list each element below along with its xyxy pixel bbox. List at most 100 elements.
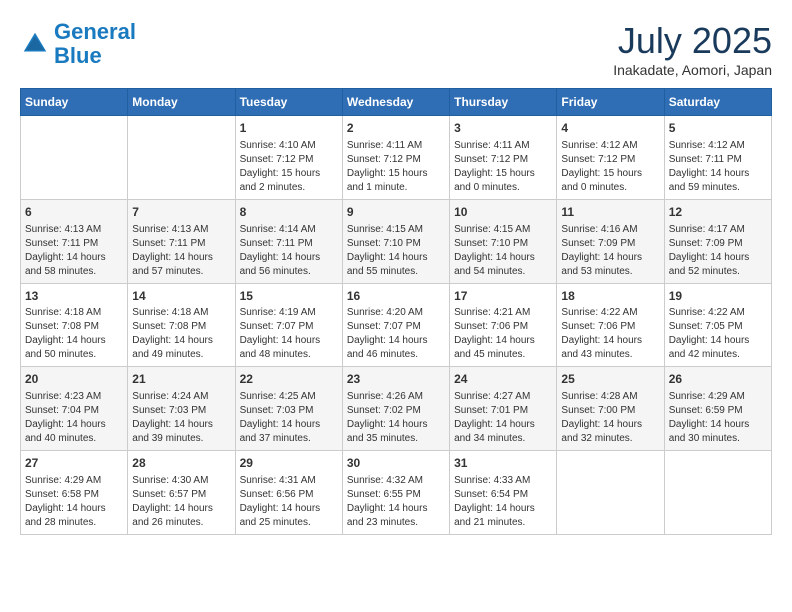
calendar-cell <box>557 451 664 535</box>
day-info: Sunrise: 4:10 AM Sunset: 7:12 PM Dayligh… <box>240 139 338 195</box>
calendar-week-row: 6 Sunrise: 4:13 AM Sunset: 7:11 PM Daylig… <box>21 199 772 283</box>
day-info: Sunrise: 4:32 AM Sunset: 6:55 PM Dayligh… <box>347 474 445 530</box>
day-info: Sunrise: 4:17 AM Sunset: 7:09 PM Dayligh… <box>669 223 767 279</box>
logo-general: General <box>54 19 136 44</box>
day-number: 1 <box>240 120 338 137</box>
day-number: 6 <box>25 204 123 221</box>
calendar-cell: 17Sunrise: 4:21 AM Sunset: 7:06 PM Dayli… <box>450 283 557 367</box>
calendar-week-row: 20 Sunrise: 4:23 AM Sunset: 7:04 PM Dayli… <box>21 367 772 451</box>
calendar-cell: 10 Sunrise: 4:15 AM Sunset: 7:10 PM Dayli… <box>450 199 557 283</box>
title-block: July 2025 Inakadate, Aomori, Japan <box>613 20 772 78</box>
day-info: Sunrise: 4:11 AM Sunset: 7:12 PM Dayligh… <box>347 139 445 195</box>
day-number: 17 <box>454 288 552 305</box>
calendar-cell: 30 Sunrise: 4:32 AM Sunset: 6:55 PM Dayli… <box>342 451 449 535</box>
day-info: Sunrise: 4:11 AM Sunset: 7:12 PM Dayligh… <box>454 139 552 195</box>
calendar-cell: 9 Sunrise: 4:15 AM Sunset: 7:10 PM Daylig… <box>342 199 449 283</box>
logo: General Blue <box>20 20 136 68</box>
weekday-header: Wednesday <box>342 89 449 116</box>
day-number: 25 <box>561 371 659 388</box>
day-info: Sunrise: 4:12 AM Sunset: 7:11 PM Dayligh… <box>669 139 767 195</box>
calendar-cell: 6 Sunrise: 4:13 AM Sunset: 7:11 PM Daylig… <box>21 199 128 283</box>
calendar-cell: 4Sunrise: 4:12 AM Sunset: 7:12 PM Daylig… <box>557 116 664 200</box>
day-info: Sunrise: 4:20 AM Sunset: 7:07 PM Dayligh… <box>347 306 445 362</box>
day-info: Sunrise: 4:33 AM Sunset: 6:54 PM Dayligh… <box>454 474 552 530</box>
day-info: Sunrise: 4:29 AM Sunset: 6:59 PM Dayligh… <box>669 390 767 446</box>
day-number: 9 <box>347 204 445 221</box>
weekday-header: Monday <box>128 89 235 116</box>
calendar-cell: 3 Sunrise: 4:11 AM Sunset: 7:12 PM Daylig… <box>450 116 557 200</box>
month-title: July 2025 <box>613 20 772 62</box>
calendar-cell: 26 Sunrise: 4:29 AM Sunset: 6:59 PM Dayli… <box>664 367 771 451</box>
calendar-cell: 14Sunrise: 4:18 AM Sunset: 7:08 PM Dayli… <box>128 283 235 367</box>
calendar-cell: 8 Sunrise: 4:14 AM Sunset: 7:11 PM Daylig… <box>235 199 342 283</box>
day-number: 7 <box>132 204 230 221</box>
day-number: 24 <box>454 371 552 388</box>
day-number: 19 <box>669 288 767 305</box>
day-info: Sunrise: 4:26 AM Sunset: 7:02 PM Dayligh… <box>347 390 445 446</box>
day-info: Sunrise: 4:18 AM Sunset: 7:08 PM Dayligh… <box>132 306 230 362</box>
day-number: 18 <box>561 288 659 305</box>
day-number: 12 <box>669 204 767 221</box>
day-number: 22 <box>240 371 338 388</box>
day-number: 30 <box>347 455 445 472</box>
weekday-header: Friday <box>557 89 664 116</box>
calendar-cell: 2 Sunrise: 4:11 AM Sunset: 7:12 PM Daylig… <box>342 116 449 200</box>
weekday-header: Tuesday <box>235 89 342 116</box>
calendar-cell: 11 Sunrise: 4:16 AM Sunset: 7:09 PM Dayli… <box>557 199 664 283</box>
day-number: 28 <box>132 455 230 472</box>
logo-icon <box>20 29 50 59</box>
calendar-cell: 25 Sunrise: 4:28 AM Sunset: 7:00 PM Dayli… <box>557 367 664 451</box>
calendar-cell: 16Sunrise: 4:20 AM Sunset: 7:07 PM Dayli… <box>342 283 449 367</box>
day-info: Sunrise: 4:22 AM Sunset: 7:06 PM Dayligh… <box>561 306 659 362</box>
day-info: Sunrise: 4:15 AM Sunset: 7:10 PM Dayligh… <box>347 223 445 279</box>
day-number: 23 <box>347 371 445 388</box>
day-info: Sunrise: 4:28 AM Sunset: 7:00 PM Dayligh… <box>561 390 659 446</box>
day-number: 27 <box>25 455 123 472</box>
day-info: Sunrise: 4:27 AM Sunset: 7:01 PM Dayligh… <box>454 390 552 446</box>
day-info: Sunrise: 4:16 AM Sunset: 7:09 PM Dayligh… <box>561 223 659 279</box>
calendar-cell: 31 Sunrise: 4:33 AM Sunset: 6:54 PM Dayli… <box>450 451 557 535</box>
day-number: 2 <box>347 120 445 137</box>
weekday-header-row: SundayMondayTuesdayWednesdayThursdayFrid… <box>21 89 772 116</box>
day-number: 14 <box>132 288 230 305</box>
calendar-cell: 5Sunrise: 4:12 AM Sunset: 7:11 PM Daylig… <box>664 116 771 200</box>
calendar-cell: 29 Sunrise: 4:31 AM Sunset: 6:56 PM Dayli… <box>235 451 342 535</box>
day-number: 3 <box>454 120 552 137</box>
day-number: 31 <box>454 455 552 472</box>
day-info: Sunrise: 4:15 AM Sunset: 7:10 PM Dayligh… <box>454 223 552 279</box>
day-number: 26 <box>669 371 767 388</box>
calendar-cell: 18Sunrise: 4:22 AM Sunset: 7:06 PM Dayli… <box>557 283 664 367</box>
calendar-cell: 12 Sunrise: 4:17 AM Sunset: 7:09 PM Dayli… <box>664 199 771 283</box>
calendar-cell: 20 Sunrise: 4:23 AM Sunset: 7:04 PM Dayli… <box>21 367 128 451</box>
day-number: 8 <box>240 204 338 221</box>
calendar-cell <box>664 451 771 535</box>
weekday-header: Sunday <box>21 89 128 116</box>
day-number: 29 <box>240 455 338 472</box>
day-info: Sunrise: 4:12 AM Sunset: 7:12 PM Dayligh… <box>561 139 659 195</box>
logo-blue: Blue <box>54 43 102 68</box>
day-info: Sunrise: 4:13 AM Sunset: 7:11 PM Dayligh… <box>25 223 123 279</box>
calendar-cell: 7 Sunrise: 4:13 AM Sunset: 7:11 PM Daylig… <box>128 199 235 283</box>
page-header: General Blue July 2025 Inakadate, Aomori… <box>20 20 772 78</box>
day-number: 10 <box>454 204 552 221</box>
day-info: Sunrise: 4:13 AM Sunset: 7:11 PM Dayligh… <box>132 223 230 279</box>
calendar-cell: 23 Sunrise: 4:26 AM Sunset: 7:02 PM Dayli… <box>342 367 449 451</box>
day-info: Sunrise: 4:18 AM Sunset: 7:08 PM Dayligh… <box>25 306 123 362</box>
day-info: Sunrise: 4:31 AM Sunset: 6:56 PM Dayligh… <box>240 474 338 530</box>
day-number: 11 <box>561 204 659 221</box>
day-info: Sunrise: 4:23 AM Sunset: 7:04 PM Dayligh… <box>25 390 123 446</box>
calendar-cell: 1 Sunrise: 4:10 AM Sunset: 7:12 PM Daylig… <box>235 116 342 200</box>
calendar-week-row: 1 Sunrise: 4:10 AM Sunset: 7:12 PM Daylig… <box>21 116 772 200</box>
day-info: Sunrise: 4:29 AM Sunset: 6:58 PM Dayligh… <box>25 474 123 530</box>
calendar-cell: 15Sunrise: 4:19 AM Sunset: 7:07 PM Dayli… <box>235 283 342 367</box>
calendar-cell: 21Sunrise: 4:24 AM Sunset: 7:03 PM Dayli… <box>128 367 235 451</box>
day-number: 16 <box>347 288 445 305</box>
day-info: Sunrise: 4:19 AM Sunset: 7:07 PM Dayligh… <box>240 306 338 362</box>
day-info: Sunrise: 4:14 AM Sunset: 7:11 PM Dayligh… <box>240 223 338 279</box>
calendar-cell: 27 Sunrise: 4:29 AM Sunset: 6:58 PM Dayli… <box>21 451 128 535</box>
calendar-table: SundayMondayTuesdayWednesdayThursdayFrid… <box>20 88 772 535</box>
day-number: 20 <box>25 371 123 388</box>
day-info: Sunrise: 4:21 AM Sunset: 7:06 PM Dayligh… <box>454 306 552 362</box>
calendar-cell: 28Sunrise: 4:30 AM Sunset: 6:57 PM Dayli… <box>128 451 235 535</box>
day-info: Sunrise: 4:25 AM Sunset: 7:03 PM Dayligh… <box>240 390 338 446</box>
